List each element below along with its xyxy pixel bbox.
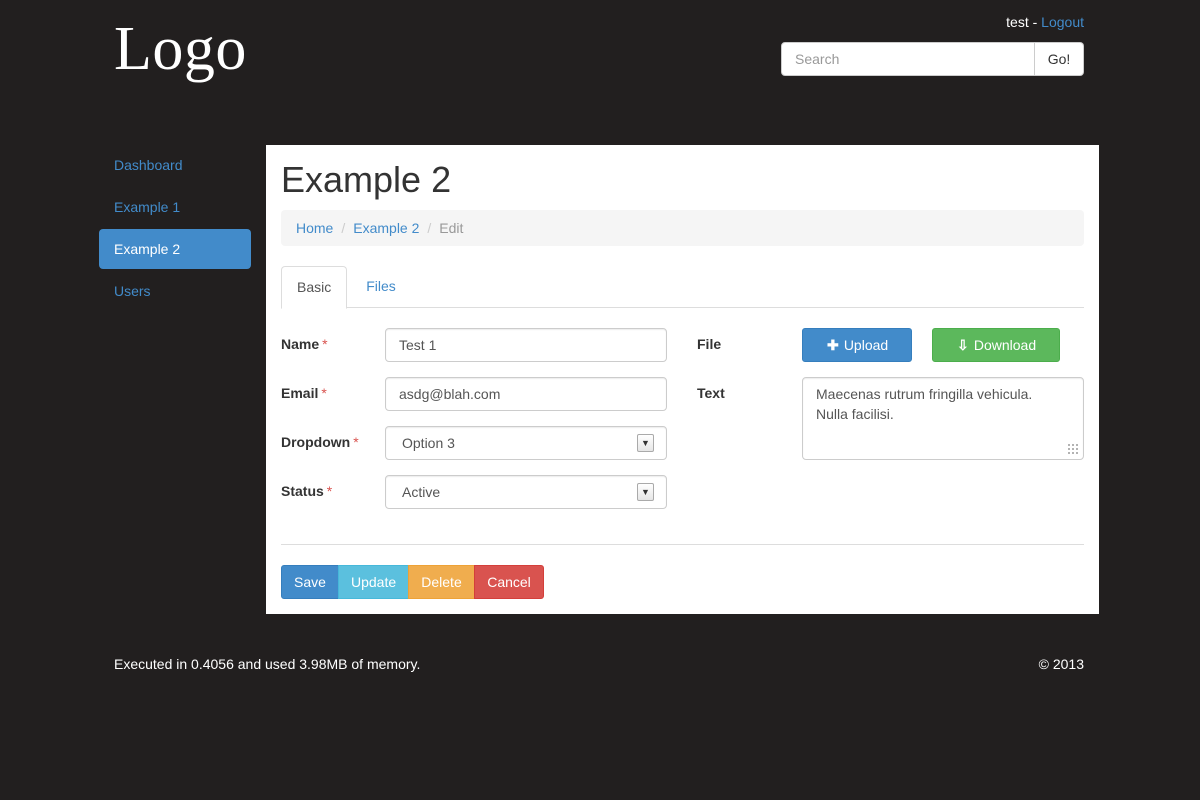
sidebar-item-example-2[interactable]: Example 2 xyxy=(99,229,251,269)
status-label-text: Status xyxy=(281,483,324,499)
search-button[interactable]: Go! xyxy=(1035,42,1084,76)
tab-bar: Basic Files xyxy=(281,266,1084,309)
logo: Logo xyxy=(114,15,247,83)
email-label-text: Email xyxy=(281,385,319,401)
name-label-text: Name xyxy=(281,336,320,352)
required-marker: * xyxy=(322,336,328,352)
chevron-down-icon: ▼ xyxy=(637,483,654,501)
form-divider xyxy=(281,544,1084,545)
tab-files[interactable]: Files xyxy=(351,266,411,308)
main-panel: Example 2 Home / Example 2 / Edit Basic File… xyxy=(266,145,1099,614)
required-marker: * xyxy=(321,385,327,401)
user-bar: test - Logout xyxy=(1006,14,1084,30)
edit-form: Name * Test 1 Email * asdg@blah.com Dropdo… xyxy=(281,308,1084,544)
dropdown-value: Option 3 xyxy=(402,435,455,451)
page-title: Example 2 xyxy=(281,159,452,200)
download-file-button[interactable]: ⇩ Download file xyxy=(932,328,1060,385)
email-input[interactable]: asdg@blah.com xyxy=(385,377,667,411)
text-label: Text xyxy=(697,385,725,401)
dropdown-label-text: Dropdown xyxy=(281,434,351,450)
status-label: Status * xyxy=(281,483,332,499)
save-button[interactable]: Save xyxy=(281,565,339,599)
cancel-button[interactable]: Cancel xyxy=(474,565,544,599)
name-label: Name * xyxy=(281,336,328,352)
dropdown-label: Dropdown * xyxy=(281,434,359,450)
status-value: Active xyxy=(402,484,441,500)
delete-button[interactable]: Delete xyxy=(408,565,475,599)
search-input[interactable] xyxy=(781,42,1035,76)
file-label: File xyxy=(697,336,722,352)
user-separator: - xyxy=(1028,14,1042,30)
resize-grip-icon[interactable] xyxy=(1067,443,1079,455)
download-circle-icon: ⇩ xyxy=(956,337,969,353)
breadcrumb: Home / Example 2 / Edit xyxy=(281,210,1084,246)
tab-basic[interactable]: Basic xyxy=(281,266,348,309)
breadcrumb-section[interactable]: Example 2 xyxy=(353,220,419,236)
name-input[interactable]: Test 1 xyxy=(385,328,667,362)
update-button[interactable]: Update xyxy=(338,565,409,599)
breadcrumb-home[interactable]: Home xyxy=(296,220,333,236)
text-line: Maecenas rutrum fringilla vehicula. xyxy=(816,386,1033,402)
required-marker: * xyxy=(326,483,333,499)
breadcrumb-separator: / xyxy=(341,220,346,236)
footer-copyright: © 2013 xyxy=(1038,656,1084,672)
status-select[interactable]: Active ▼ xyxy=(385,475,667,509)
upload-file-button[interactable]: ✚ Upload file xyxy=(802,328,912,385)
text-textarea[interactable]: Maecenas rutrum fringilla vehicula. Null… xyxy=(802,377,1084,460)
chevron-down-icon: ▼ xyxy=(637,434,654,452)
email-label: Email * xyxy=(281,385,327,401)
search-form: Go! xyxy=(781,42,1084,76)
text-line: Nulla facilisi. xyxy=(816,406,894,422)
dropdown-select[interactable]: Option 3 ▼ xyxy=(385,426,667,460)
footer-stats: Executed in 0.4056 and used 3.98MB of me… xyxy=(114,656,421,672)
sidebar-item-example-1[interactable]: Example 1 xyxy=(99,187,251,227)
plus-icon: ✚ xyxy=(826,337,839,353)
breadcrumb-current: Edit xyxy=(439,220,464,236)
username: test xyxy=(1006,14,1029,30)
breadcrumb-separator: / xyxy=(427,220,432,236)
required-marker: * xyxy=(353,434,359,450)
logout-link[interactable]: Logout xyxy=(1041,14,1084,30)
sidebar-item-users[interactable]: Users xyxy=(99,271,251,311)
sidebar-nav: Dashboard Example 1 Example 2 Users xyxy=(99,145,251,313)
sidebar-item-dashboard[interactable]: Dashboard xyxy=(99,145,251,185)
